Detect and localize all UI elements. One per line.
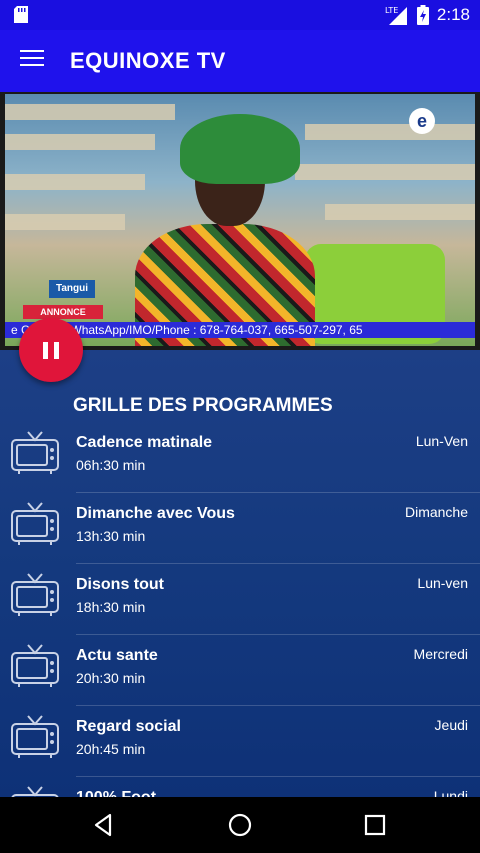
tv-icon: [11, 715, 59, 758]
video-frame: e Tangui ANNONCE e C ent *** WhatsApp/IM…: [5, 94, 475, 346]
list-item[interactable]: Regard social 20h:45 min Jeudi: [0, 706, 480, 777]
pause-icon-bar: [54, 342, 59, 359]
program-name: 100% Foot: [76, 789, 156, 797]
program-day: Dimanche: [404, 504, 468, 520]
list-item[interactable]: Dimanche avec Vous 13h:30 min Dimanche: [0, 493, 480, 564]
program-list: Cadence matinale 06h:30 min Lun-Ven Dima…: [0, 422, 480, 797]
tv-icon: [11, 573, 59, 616]
program-day: Mercredi: [413, 646, 468, 662]
program-day: Lundi: [433, 788, 468, 797]
program-time: 18h:30 min: [76, 599, 146, 615]
program-time: 20h:30 min: [76, 670, 146, 686]
video-player[interactable]: e Tangui ANNONCE e C ent *** WhatsApp/IM…: [0, 92, 480, 350]
pause-button[interactable]: [19, 318, 83, 382]
list-item[interactable]: Cadence matinale 06h:30 min Lun-Ven: [0, 422, 480, 493]
system-nav-bar: [0, 797, 480, 853]
sponsor-badge: Tangui: [49, 280, 95, 298]
clock: 2:18: [436, 5, 470, 24]
tv-icon: [11, 644, 59, 687]
home-icon[interactable]: [226, 811, 254, 839]
program-name: Cadence matinale: [76, 434, 213, 451]
list-item[interactable]: Actu sante 20h:30 min Mercredi: [0, 635, 480, 706]
menu-icon[interactable]: [20, 50, 44, 70]
tv-icon: [11, 431, 59, 474]
app-title: EQUINOXE TV: [70, 48, 226, 73]
program-name: Actu sante: [76, 647, 158, 664]
list-item[interactable]: 100% Foot Lundi: [0, 777, 480, 797]
program-name: Dimanche avec Vous: [76, 505, 235, 522]
program-name: Disons tout: [76, 576, 164, 593]
program-time: 20h:45 min: [76, 741, 146, 757]
program-day: Lun-Ven: [415, 433, 468, 449]
status-bar: LTE 2:18: [0, 0, 480, 30]
annonce-tag: ANNONCE: [23, 305, 103, 319]
recents-icon[interactable]: [361, 811, 389, 839]
tv-icon: [11, 502, 59, 545]
network-label: LTE: [385, 6, 398, 15]
tv-icon: [11, 786, 59, 797]
pause-icon: [43, 342, 48, 359]
signal-lte-icon: LTE: [385, 6, 407, 25]
program-time: 13h:30 min: [76, 528, 146, 544]
sd-card-icon: [14, 6, 28, 23]
app-bar: EQUINOXE TV: [0, 30, 480, 92]
program-day: Jeudi: [434, 717, 468, 733]
list-item[interactable]: Disons tout 18h:30 min Lun-ven: [0, 564, 480, 635]
program-time: 06h:30 min: [76, 457, 146, 473]
channel-logo: e: [409, 108, 435, 134]
program-day: Lun-ven: [417, 575, 468, 591]
program-name: Regard social: [76, 718, 181, 735]
section-title: GRILLE DES PROGRAMMES: [73, 395, 333, 416]
battery-charging-icon: [416, 5, 429, 25]
program-guide: GRILLE DES PROGRAMMES Cadence matinale 0…: [0, 350, 480, 797]
back-icon[interactable]: [90, 811, 118, 839]
